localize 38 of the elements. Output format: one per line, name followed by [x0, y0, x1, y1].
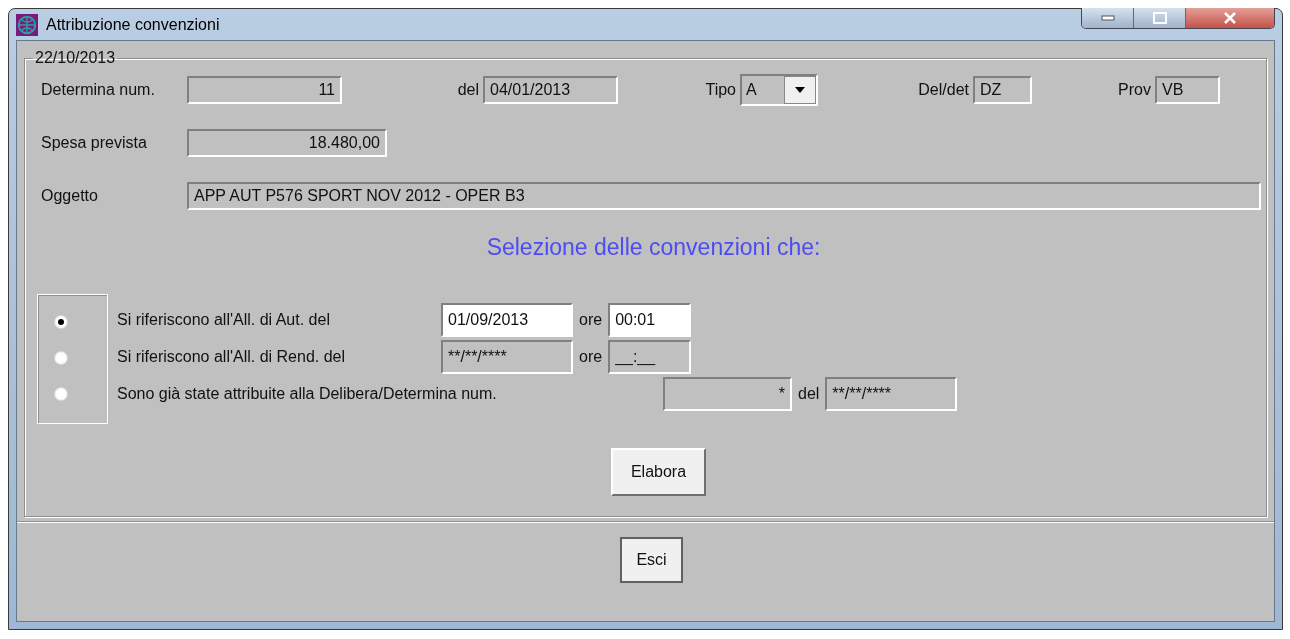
type-dropdown[interactable]: A — [740, 74, 818, 106]
read-only-field[interactable]: 18.480,00 — [187, 129, 387, 157]
section-heading: Selezione delle convenzioni che: — [485, 234, 822, 262]
field-label: Del/det — [917, 81, 970, 99]
maximize-button[interactable] — [1134, 8, 1186, 28]
field-label: Determina num. — [41, 81, 156, 99]
read-only-field[interactable]: APP AUT P576 SPORT NOV 2012 - OPER B3 — [187, 182, 1261, 210]
field-label: Prov — [1117, 81, 1152, 99]
option-label: Sono già state attribuite alla Delibera/Determina num. — [117, 384, 498, 403]
globe-icon — [16, 13, 38, 36]
exit-button[interactable]: Esci — [620, 537, 683, 583]
radio-button[interactable] — [54, 315, 68, 329]
field-label: ore — [578, 347, 604, 366]
read-only-field[interactable]: 11 — [187, 76, 342, 104]
radio-button[interactable] — [54, 387, 68, 401]
caret-icon — [795, 87, 805, 93]
radio-button[interactable] — [54, 351, 68, 365]
read-only-field[interactable]: VB — [1155, 76, 1220, 104]
maximize-icon — [1152, 12, 1167, 24]
elabora-button[interactable]: Elabora — [610, 448, 707, 496]
minimize-icon — [1100, 15, 1115, 21]
input-field[interactable]: 00:01 — [608, 302, 692, 337]
field-label: Spesa prevista — [41, 134, 148, 152]
input-field[interactable]: 01/09/2013 — [441, 302, 573, 337]
field-label: del — [456, 81, 480, 99]
field-label: del — [797, 384, 821, 403]
close-button[interactable] — [1186, 8, 1274, 28]
minimize-button[interactable] — [1082, 8, 1134, 28]
field-label: Oggetto — [41, 187, 99, 205]
read-only-field[interactable]: 04/01/2013 — [483, 76, 618, 104]
field-label: ore — [578, 310, 604, 329]
option-label: Si riferiscono all'All. di Aut. del — [117, 310, 331, 329]
window-title: Attribuzione convenzioni — [46, 15, 220, 34]
field-label: Tipo — [704, 81, 737, 99]
option-label: Si riferiscono all'All. di Rend. del — [117, 347, 347, 366]
group-legend: 22/10/2013 — [33, 49, 118, 67]
read-only-field[interactable]: DZ — [973, 76, 1032, 104]
close-icon — [1222, 12, 1238, 24]
